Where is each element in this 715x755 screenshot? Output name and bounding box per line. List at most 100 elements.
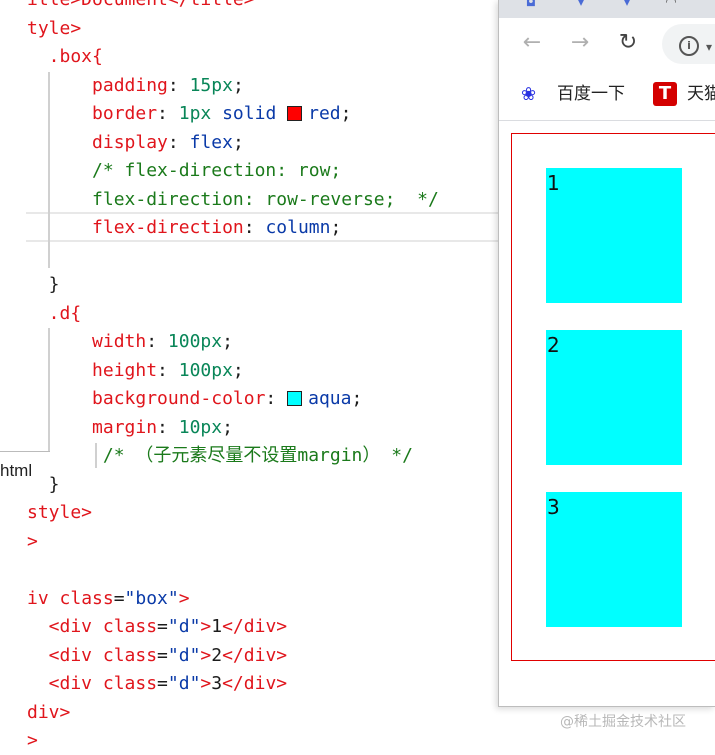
- code-token: class: [59, 587, 114, 609]
- code-token: class: [102, 644, 158, 666]
- code-token: flex-direction: row-reverse; */: [27, 188, 439, 210]
- code-line: <div class="d">2</div>: [27, 642, 287, 670]
- code-token: >: [27, 730, 38, 751]
- code-line: .d{: [27, 300, 82, 328]
- code-token: solid: [222, 103, 288, 124]
- tmall-icon[interactable]: T: [653, 82, 677, 106]
- chevron-down-icon[interactable]: ▾: [706, 40, 712, 54]
- code-token: ;: [222, 416, 233, 438]
- code-token: /* flex-direction: row;: [27, 160, 342, 181]
- code-token: itle>Document</title>: [27, 0, 255, 10]
- code-token: </div>: [222, 616, 288, 637]
- back-arrow-icon[interactable]: ←: [519, 30, 545, 56]
- code-token: >: [200, 644, 212, 666]
- code-token: flex: [189, 131, 233, 153]
- code-token: .d{: [27, 302, 82, 324]
- browser-toolbar: ← → ↻ i ▾: [499, 18, 715, 70]
- watermark: @稀土掘金技术社区: [560, 714, 686, 730]
- color-swatch[interactable]: [287, 106, 303, 121]
- code-token: flex-direction: [27, 217, 244, 238]
- code-token: :: [167, 131, 190, 153]
- code-token: .box{: [27, 46, 103, 67]
- code-token: column: [265, 217, 331, 238]
- code-line: >: [27, 528, 38, 556]
- code-token: 1: [211, 616, 223, 637]
- tab-close-icon[interactable]: ◠: [661, 0, 681, 14]
- code-token: 1px: [178, 103, 223, 124]
- code-line: itle>Document</title>: [27, 0, 255, 14]
- code-line: <div class="d">3</div>: [27, 670, 287, 698]
- tab-strip: ◘ ▾ ▾ ◠: [499, 0, 715, 18]
- forward-arrow-icon[interactable]: →: [567, 30, 593, 56]
- code-token: iv: [27, 587, 60, 609]
- code-token: 2: [211, 644, 223, 666]
- flex-container-box: 1 2 3: [511, 133, 715, 661]
- baidu-paw-icon[interactable]: ❀: [521, 84, 543, 106]
- flex-item-label: 1: [547, 171, 560, 195]
- flex-item-label: 3: [547, 495, 560, 519]
- code-token: <div: [27, 644, 103, 666]
- code-line: /* （子元素尽量不设置margin） */: [27, 442, 413, 470]
- code-token: class: [102, 673, 158, 694]
- code-token: height: [27, 359, 158, 381]
- code-token: =: [157, 644, 168, 666]
- code-token: >: [200, 616, 212, 637]
- page-viewport: 1 2 3: [499, 121, 715, 706]
- code-token: </div>: [222, 644, 288, 666]
- code-token: width: [27, 331, 147, 352]
- tab-favicon-icon[interactable]: ▾: [617, 0, 637, 14]
- code-token: =: [157, 616, 168, 637]
- tab-favicon-icon[interactable]: ◘: [521, 0, 541, 14]
- code-line: flex-direction: column;: [27, 214, 341, 242]
- code-token: :: [157, 103, 179, 124]
- code-line: height: 100px;: [27, 357, 244, 385]
- reload-icon[interactable]: ↻: [615, 30, 641, 56]
- code-token: padding: [27, 74, 168, 96]
- code-line: /* flex-direction: row;: [27, 157, 341, 185]
- code-token: "d": [167, 616, 201, 637]
- bookmark-tmall[interactable]: 天猫: [687, 82, 715, 106]
- color-swatch[interactable]: [287, 391, 303, 406]
- code-token: =: [113, 587, 125, 609]
- code-token: tyle>: [27, 17, 82, 39]
- code-token: "box": [124, 587, 179, 609]
- code-token: :: [243, 217, 266, 238]
- info-icon[interactable]: i: [679, 36, 699, 56]
- tab-favicon-icon[interactable]: ▾: [571, 0, 591, 14]
- code-token: display: [27, 131, 168, 153]
- code-token: "d": [167, 644, 201, 666]
- code-token: div>: [27, 701, 71, 723]
- panel-divider: [0, 451, 50, 452]
- code-line: width: 100px;: [27, 328, 233, 356]
- code-token: red: [308, 103, 341, 124]
- code-token: aqua: [308, 388, 352, 409]
- bookmarks-bar: ❀ 百度一下 T 天猫: [499, 70, 715, 121]
- code-token: ;: [232, 131, 244, 153]
- code-token: 100px: [167, 331, 223, 352]
- code-token: :: [265, 388, 288, 409]
- code-token: background-color: [27, 388, 266, 409]
- code-line: <div class="d">1</div>: [27, 613, 287, 641]
- code-token: style>: [27, 502, 93, 523]
- code-token: }: [27, 274, 60, 295]
- code-token: >: [200, 673, 212, 694]
- code-line: padding: 15px;: [27, 72, 244, 100]
- code-token: border: [27, 103, 158, 124]
- code-token: ;: [340, 103, 352, 124]
- code-token: :: [146, 331, 168, 352]
- code-line: flex-direction: row-reverse; */: [27, 186, 439, 214]
- code-token: 10px: [178, 416, 223, 438]
- code-token: :: [157, 416, 179, 438]
- code-line: div>: [27, 699, 70, 727]
- code-token: ;: [232, 359, 244, 381]
- code-line: }: [27, 271, 60, 299]
- code-line: tyle>: [27, 15, 81, 43]
- flex-item: 3: [546, 492, 682, 627]
- code-line: background-color: aqua;: [27, 385, 362, 413]
- bookmark-baidu[interactable]: 百度一下: [557, 82, 625, 106]
- code-token: </div>: [222, 673, 288, 694]
- code-line: style>: [27, 499, 92, 527]
- code-token: >: [178, 587, 190, 609]
- code-token: =: [157, 673, 168, 694]
- code-token: ;: [232, 74, 244, 96]
